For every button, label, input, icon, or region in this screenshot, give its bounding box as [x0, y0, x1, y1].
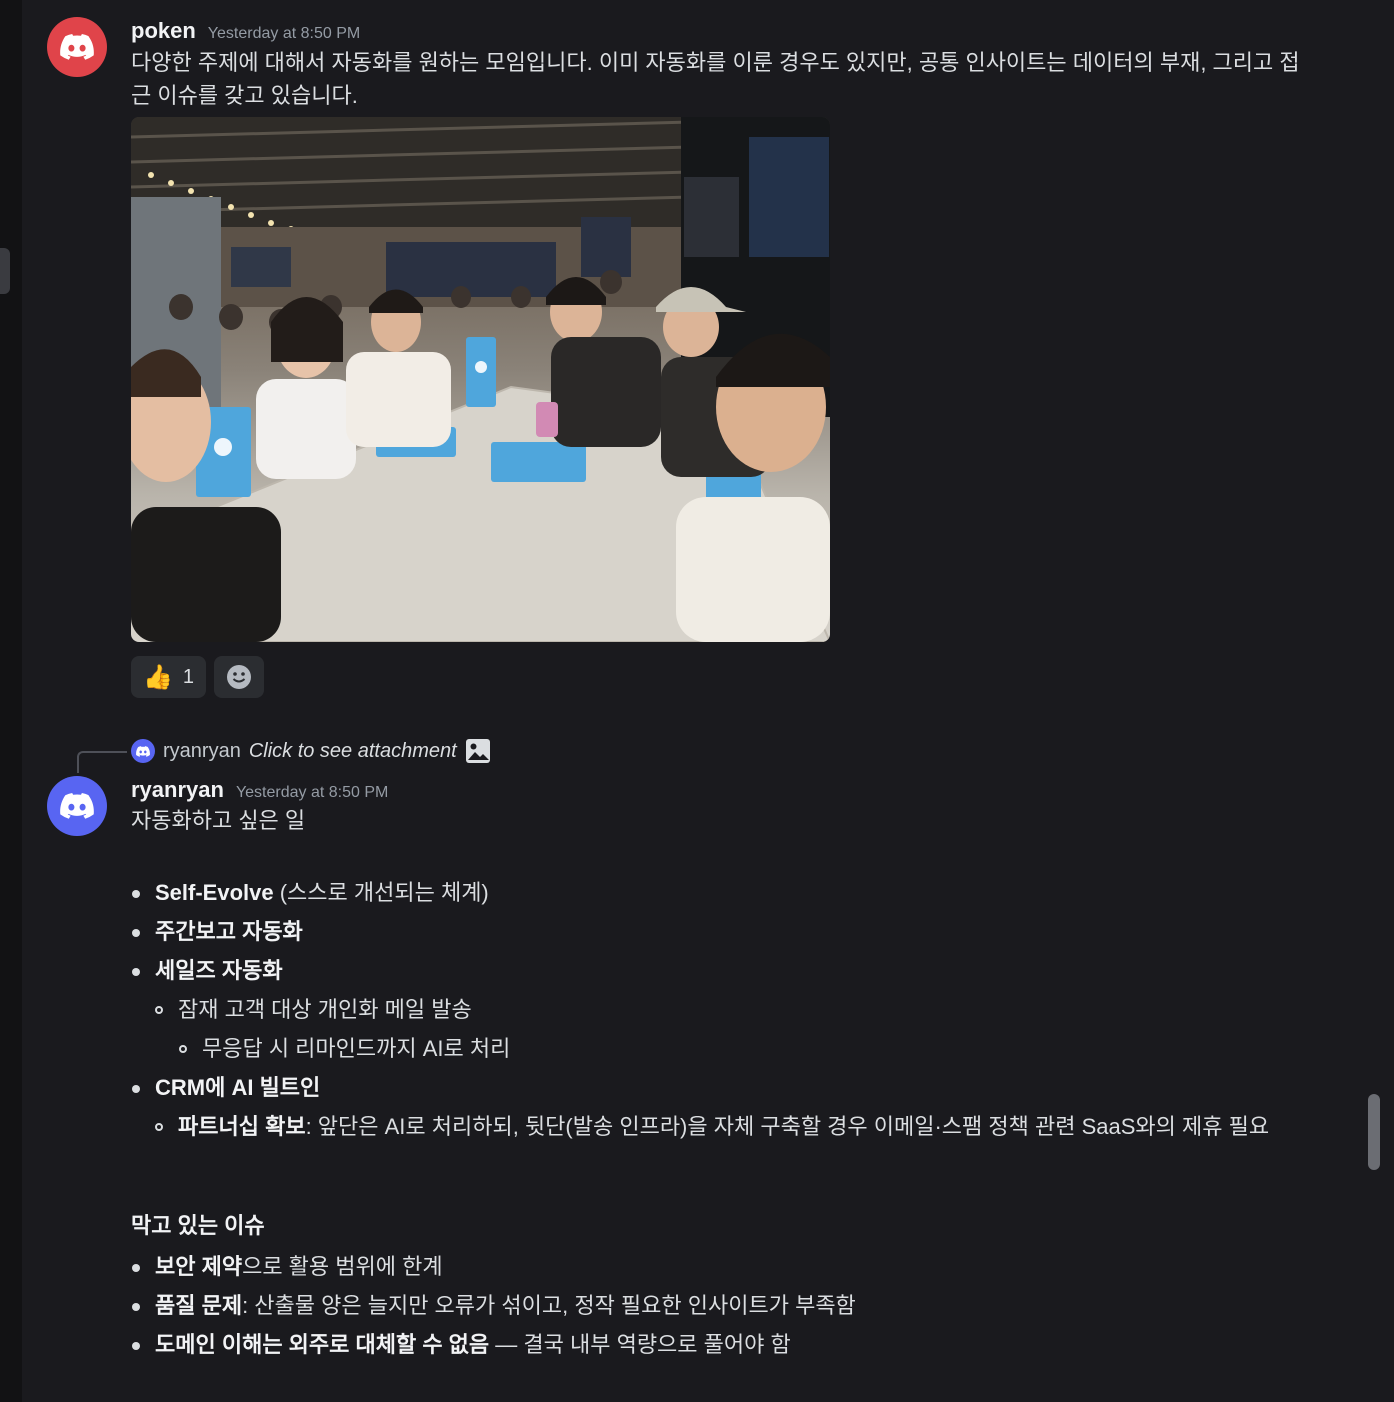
issue-quality: 품질 문제: 산출물 양은 늘지만 오류가 섞이고, 정작 필요한 인사이트가 … [155, 1293, 856, 1318]
message-text-line-1: 다양한 주제에 대해서 자동화를 원하는 모임입니다. 이미 자동화를 이룬 경… [131, 50, 1300, 75]
attachment-image[interactable] [131, 117, 830, 642]
username[interactable]: ryanryan [131, 777, 224, 803]
thumbs-up-icon: 👍 [143, 663, 173, 691]
bullet [132, 1303, 140, 1311]
reactions-bar: 👍 1 [131, 656, 265, 698]
issue-domain: 도메인 이해는 외주로 대체할 수 없음 — 결국 내부 역량으로 풀어야 함 [155, 1332, 791, 1357]
sidebar-collapse-handle[interactable] [0, 248, 10, 294]
sub-bullet [155, 1006, 163, 1014]
list-item-crm-ai: CRM에 AI 빌트인 [155, 1075, 321, 1100]
list-item-partnership: 파트너십 확보: 앞단은 AI로 처리하되, 뒷단(발송 인프라)을 자체 구축… [178, 1114, 1270, 1139]
list-item-self-evolve: Self-Evolve (스스로 개선되는 체계) [155, 880, 489, 905]
issue-security: 보안 제약으로 활용 범위에 한계 [155, 1254, 443, 1279]
discord-logo-icon [136, 745, 150, 757]
list-item-sales-mail: 잠재 고객 대상 개인화 메일 발송 [178, 997, 472, 1022]
avatar-poken[interactable] [47, 17, 107, 77]
reply-avatar [131, 739, 155, 763]
message-text-line-2: 근 이슈를 갖고 있습니다. [131, 83, 358, 108]
timestamp: Yesterday at 8:50 PM [207, 25, 361, 42]
reply-username[interactable]: ryanryan [163, 740, 241, 763]
smiley-icon [227, 665, 252, 689]
image-icon [465, 739, 490, 763]
add-reaction-button[interactable] [214, 656, 265, 698]
list-item-sales: 세일즈 자동화 [155, 958, 283, 983]
timestamp: Yesterday at 8:50 PM [235, 784, 389, 801]
reply-reference[interactable]: ryanryan Click to see attachment [131, 738, 491, 764]
reaction-count: 1 [182, 665, 195, 688]
scrollbar-thumb[interactable] [1368, 1094, 1380, 1170]
list-item-weekly-report: 주간보고 자동화 [155, 919, 303, 944]
bullet [132, 890, 140, 898]
username[interactable]: poken [131, 18, 196, 44]
sub-bullet [179, 1045, 187, 1053]
message-intro: 자동화하고 싶은 일 [131, 808, 306, 833]
bullet [132, 968, 140, 976]
bullet [132, 1264, 140, 1272]
bullet [132, 929, 140, 937]
reply-spine [77, 751, 127, 773]
bullet [132, 1085, 140, 1093]
reply-text[interactable]: Click to see attachment [249, 740, 457, 763]
group-photo-image [131, 117, 830, 642]
message-header: ryanryan Yesterday at 8:50 PM [131, 777, 388, 803]
avatar-ryanryan[interactable] [47, 776, 107, 836]
server-sidebar-edge [0, 0, 22, 1402]
issues-heading: 막고 있는 이슈 [131, 1213, 265, 1238]
chat-panel: poken Yesterday at 8:50 PM 다양한 주제에 대해서 자… [22, 0, 1394, 1402]
message-header: poken Yesterday at 8:50 PM [131, 18, 360, 44]
sub-bullet [155, 1123, 163, 1131]
bullet [132, 1342, 140, 1350]
reaction-thumbs-up[interactable]: 👍 1 [131, 656, 207, 698]
discord-logo-icon [60, 793, 94, 819]
list-item-sales-reminder: 무응답 시 리마인드까지 AI로 처리 [202, 1036, 511, 1061]
discord-logo-icon [60, 34, 94, 60]
